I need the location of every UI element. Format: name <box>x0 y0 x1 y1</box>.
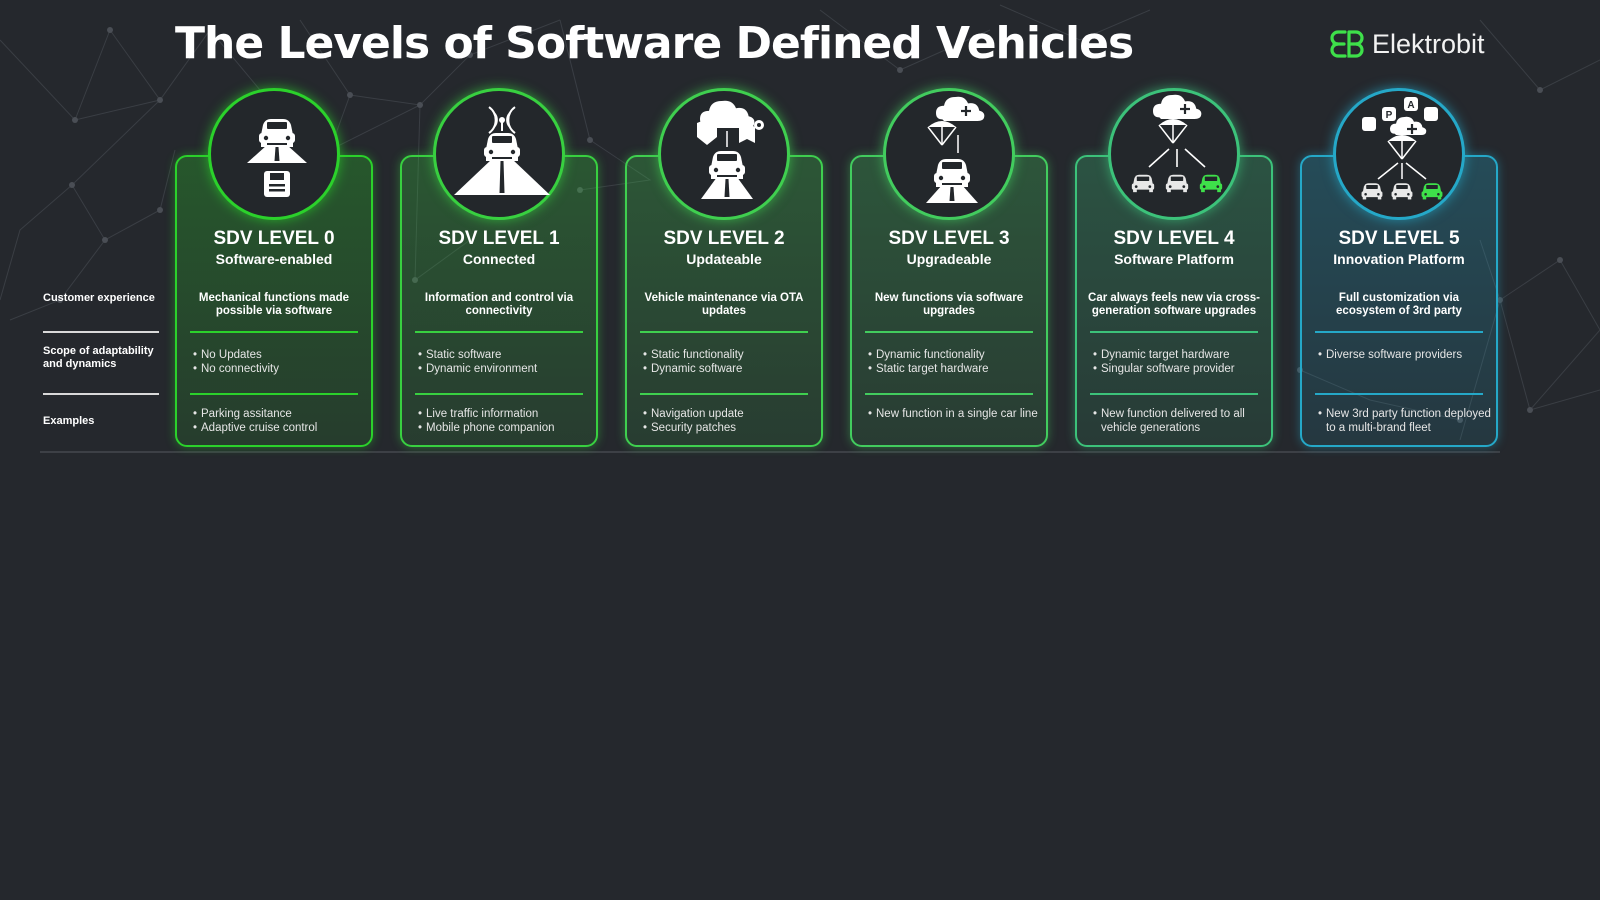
card-divider <box>415 393 583 395</box>
connected-car-antenna-icon <box>454 106 550 195</box>
examples-list: Live traffic informationMobile phone com… <box>418 407 598 435</box>
scope-list: Static softwareDynamic environment <box>418 348 598 376</box>
customer-experience-text: Mechanical functions made possible via s… <box>198 292 350 317</box>
row-divider <box>43 393 159 395</box>
card-divider <box>640 331 808 333</box>
examples-list: Navigation updateSecurity patches <box>643 407 823 435</box>
examples-list: Parking assitanceAdaptive cruise control <box>193 407 373 435</box>
list-item: Adaptive cruise control <box>193 421 373 435</box>
list-item: No Updates <box>193 348 373 362</box>
row-divider <box>43 331 159 333</box>
customer-experience-text: Vehicle maintenance via OTA updates <box>644 292 804 317</box>
page-title: The Levels of Software Defined Vehicles <box>175 18 1134 69</box>
list-item: Static target hardware <box>868 362 1048 376</box>
level-badge <box>208 88 340 220</box>
level-subtitle: Innovation Platform <box>1333 251 1465 267</box>
list-item: New 3rd party function deployed to a mul… <box>1318 407 1498 435</box>
row-label-scope: Scope of adaptability and dynamics <box>43 345 154 370</box>
list-item: No connectivity <box>193 362 373 376</box>
list-item: Static functionality <box>643 348 823 362</box>
level-title: SDV LEVEL 3 <box>888 228 1010 249</box>
level-subtitle: Connected <box>462 251 536 267</box>
card-divider <box>190 393 358 395</box>
level-subtitle: Software Platform <box>1114 251 1234 267</box>
cloud-platform-multi-car-icon <box>1131 94 1223 193</box>
customer-experience-text: Full customization via ecosystem of 3rd … <box>1336 292 1462 317</box>
scope-list: Diverse software providers <box>1318 348 1498 362</box>
car-on-road-with-floppy-disk-icon <box>247 119 307 197</box>
level-subtitle: Software-enabled <box>215 251 333 267</box>
cloud-upgrade-car-icon <box>926 96 985 203</box>
list-item: Dynamic software <box>643 362 823 376</box>
list-item: Parking assitance <box>193 407 373 421</box>
customer-experience-text: Car always feels new via cross-generatio… <box>1088 292 1260 317</box>
cloud-ecosystem-apps-multi-car-icon: P A <box>1361 97 1443 200</box>
list-item: Dynamic functionality <box>868 348 1048 362</box>
svg-text:P: P <box>1386 110 1393 121</box>
examples-list: New function delivered to all vehicle ge… <box>1093 407 1273 435</box>
list-item: New function in a single car line <box>868 407 1048 421</box>
level-title: SDV LEVEL 2 <box>663 228 785 249</box>
level-title: SDV LEVEL 1 <box>438 228 560 249</box>
level-badge <box>883 88 1015 220</box>
card-divider <box>1315 331 1483 333</box>
brand-logo: Elektrobit <box>1330 28 1485 60</box>
level-subtitle: Updateable <box>686 251 762 267</box>
list-item: Diverse software providers <box>1318 348 1498 362</box>
level-subtitle: Upgradeable <box>906 251 992 267</box>
list-item: Mobile phone companion <box>418 421 598 435</box>
scope-list: Dynamic functionalityStatic target hardw… <box>868 348 1048 376</box>
list-item: New function delivered to all vehicle ge… <box>1093 407 1273 435</box>
scope-list: Dynamic target hardwareSingular software… <box>1093 348 1273 376</box>
customer-experience-text: Information and control via connectivity <box>424 292 574 317</box>
level-title: SDV LEVEL 0 <box>213 228 335 249</box>
row-label-examples: Examples <box>43 415 95 427</box>
scope-list: No UpdatesNo connectivity <box>193 348 373 376</box>
level-badge <box>433 88 565 220</box>
level-title: SDV LEVEL 5 <box>1338 228 1460 249</box>
brand-name: Elektrobit <box>1372 28 1485 59</box>
scope-list: Static functionalityDynamic software <box>643 348 823 376</box>
row-label-customer-experience: Customer experience <box>43 292 155 304</box>
card-divider <box>1090 331 1258 333</box>
card-divider <box>1090 393 1258 395</box>
card-divider <box>865 331 1033 333</box>
list-item: Singular software provider <box>1093 362 1273 376</box>
cloud-update-car-icon <box>697 100 764 199</box>
customer-experience-text: New functions via software upgrades <box>874 292 1024 317</box>
card-divider <box>865 393 1033 395</box>
list-item: Live traffic information <box>418 407 598 421</box>
card-divider <box>415 331 583 333</box>
list-item: Dynamic target hardware <box>1093 348 1273 362</box>
svg-text:A: A <box>1407 100 1414 111</box>
examples-list: New function in a single car line <box>868 407 1048 421</box>
card-divider <box>190 331 358 333</box>
list-item: Dynamic environment <box>418 362 598 376</box>
level-title: SDV LEVEL 4 <box>1113 228 1235 249</box>
level-badge <box>658 88 790 220</box>
card-divider <box>1315 393 1483 395</box>
elektrobit-logo-icon <box>1330 30 1364 58</box>
card-divider <box>640 393 808 395</box>
list-item: Security patches <box>643 421 823 435</box>
list-item: Navigation update <box>643 407 823 421</box>
list-item: Static software <box>418 348 598 362</box>
level-badge: P A <box>1333 88 1465 220</box>
examples-list: New 3rd party function deployed to a mul… <box>1318 407 1498 435</box>
level-badge <box>1108 88 1240 220</box>
